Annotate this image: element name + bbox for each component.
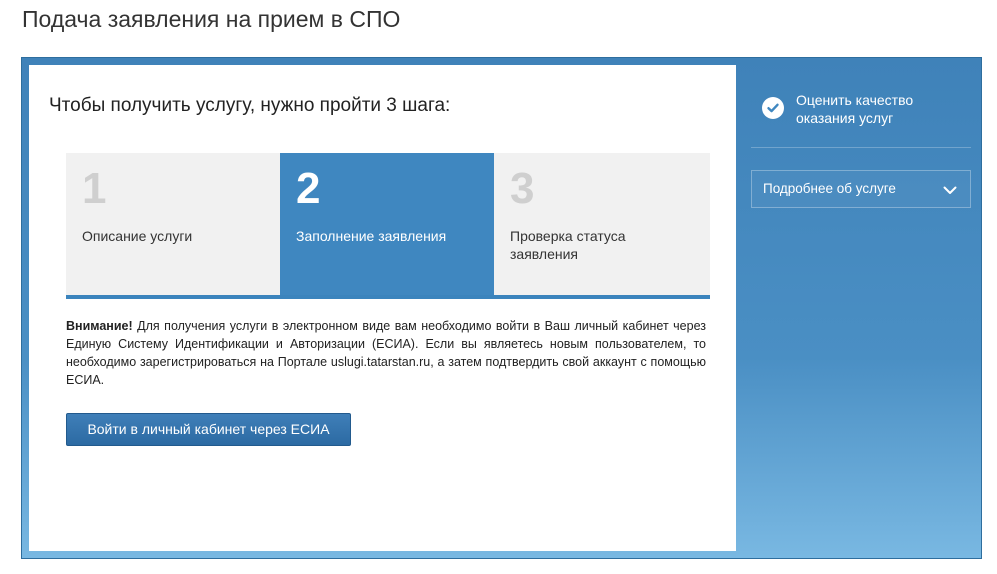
esia-notice: Внимание! Для получения услуги в электро… xyxy=(66,317,706,389)
step-label: Заполнение заявления xyxy=(296,228,447,244)
notice-warning-label: Внимание! xyxy=(66,319,133,333)
step-number: 2 xyxy=(296,164,321,213)
service-frame: Чтобы получить услугу, нужно пройти 3 ша… xyxy=(21,57,982,559)
sidebar: Оценить качество оказания услуг Подробне… xyxy=(736,65,976,551)
step-3[interactable]: 3 Проверка статуса заявления xyxy=(494,153,710,295)
esia-login-button[interactable]: Войти в личный кабинет через ЕСИА xyxy=(66,413,351,446)
rate-service-label: Оценить качество оказания услуг xyxy=(796,92,914,126)
step-number: 3 xyxy=(510,164,535,213)
rate-service-link[interactable]: Оценить качество оказания услуг xyxy=(762,91,962,127)
steps-bar: 1 Описание услуги 2 Заполнение заявления… xyxy=(66,153,710,299)
steps-heading: Чтобы получить услугу, нужно пройти 3 ша… xyxy=(49,95,451,116)
service-details-label: Подробнее об услуге xyxy=(763,181,896,196)
step-label: Проверка статуса заявления xyxy=(510,228,626,262)
step-number: 1 xyxy=(82,164,107,213)
notice-text: Для получения услуги в электронном виде … xyxy=(66,319,706,387)
chevron-down-icon xyxy=(943,186,957,194)
step-1[interactable]: 1 Описание услуги xyxy=(66,153,280,295)
sidebar-divider xyxy=(751,147,971,148)
step-2[interactable]: 2 Заполнение заявления xyxy=(280,153,494,295)
step-label: Описание услуги xyxy=(82,228,193,244)
service-details-toggle[interactable]: Подробнее об услуге xyxy=(751,170,971,208)
page-title: Подача заявления на прием в СПО xyxy=(22,6,401,32)
main-panel: Чтобы получить услугу, нужно пройти 3 ша… xyxy=(29,65,736,551)
check-circle-icon xyxy=(762,97,784,119)
